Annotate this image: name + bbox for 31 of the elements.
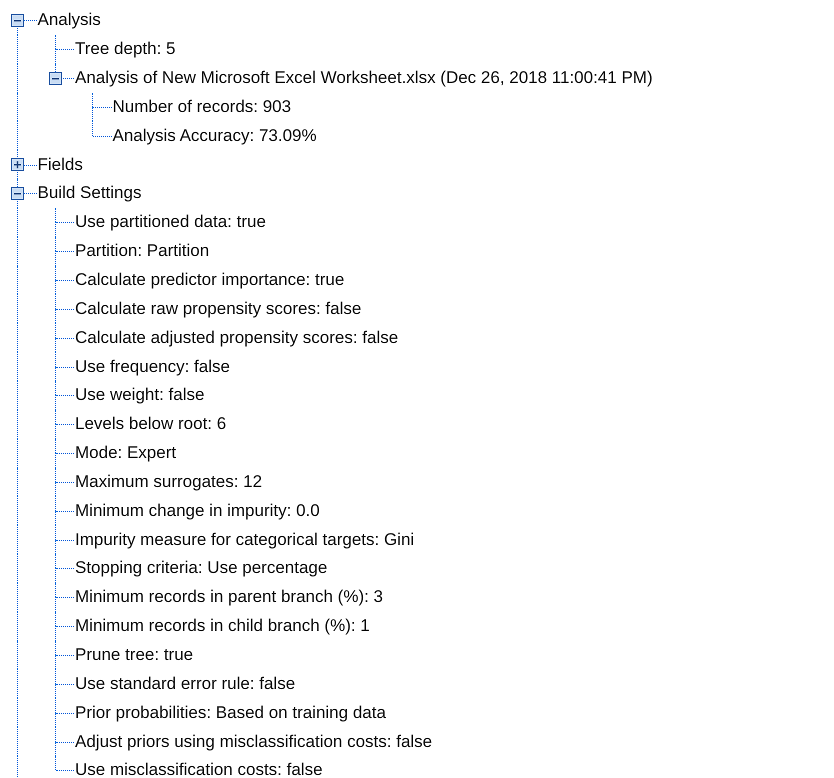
tree-node-label[interactable]: Number of records: 903 [112, 96, 292, 117]
tree-node-label[interactable]: Minimum records in child branch (%): 1 [75, 616, 370, 636]
collapse-icon[interactable] [11, 14, 24, 27]
tree-node-label[interactable]: Use misclassification costs: false [75, 760, 323, 778]
tree-node-label[interactable]: Mode: Expert [75, 443, 176, 464]
tree-node-label[interactable]: Fields [38, 154, 83, 175]
tree-node-label[interactable]: Prior probabilities: Based on training data [75, 702, 386, 723]
tree-node-label[interactable]: Use frequency: false [75, 356, 230, 377]
tree-node-label[interactable]: Analysis Accuracy: 73.09% [112, 126, 317, 146]
tree-node-label[interactable]: Partition: Partition [75, 241, 210, 262]
expand-icon[interactable] [11, 158, 24, 172]
tree-node-label[interactable]: Prune tree: true [75, 644, 194, 665]
tree-node-label[interactable]: Calculate adjusted propensity scores: false [75, 328, 398, 348]
tree-node-label[interactable]: Maximum surrogates: 12 [75, 472, 262, 492]
tree-node-label[interactable]: Minimum change in impurity: 0.0 [75, 500, 320, 521]
tree-node-label[interactable]: Tree depth: 5 [75, 39, 176, 60]
tree-node-label[interactable]: Analysis of New Microsoft Excel Worksheet.xlsx (Dec 26, 2018 11:00:41 PM) [75, 68, 653, 88]
tree-node-label[interactable]: Impurity measure for categorical targets: Gini [75, 530, 414, 550]
tree-node-label[interactable]: Adjust priors using misclassification costs: false [75, 732, 432, 752]
tree-node-label[interactable]: Analysis [38, 10, 101, 30]
tree-node-label[interactable]: Minimum records in parent branch (%): 3 [75, 587, 384, 608]
tree-node-label[interactable]: Calculate predictor importance: true [75, 270, 344, 290]
tree-node-label[interactable]: Stopping criteria: Use percentage [75, 558, 328, 578]
tree-node-label[interactable]: Use standard error rule: false [75, 674, 296, 694]
collapse-icon[interactable] [11, 186, 24, 200]
tree-node-label[interactable]: Use weight: false [75, 385, 204, 406]
tree-node-label[interactable]: Levels below root: 6 [75, 414, 226, 434]
collapse-icon[interactable] [48, 72, 62, 85]
tree-node-label[interactable]: Use partitioned data: true [75, 212, 266, 232]
tree-node-label[interactable]: Build Settings [38, 183, 142, 204]
tree-node-label[interactable]: Calculate raw propensity scores: false [75, 298, 362, 319]
